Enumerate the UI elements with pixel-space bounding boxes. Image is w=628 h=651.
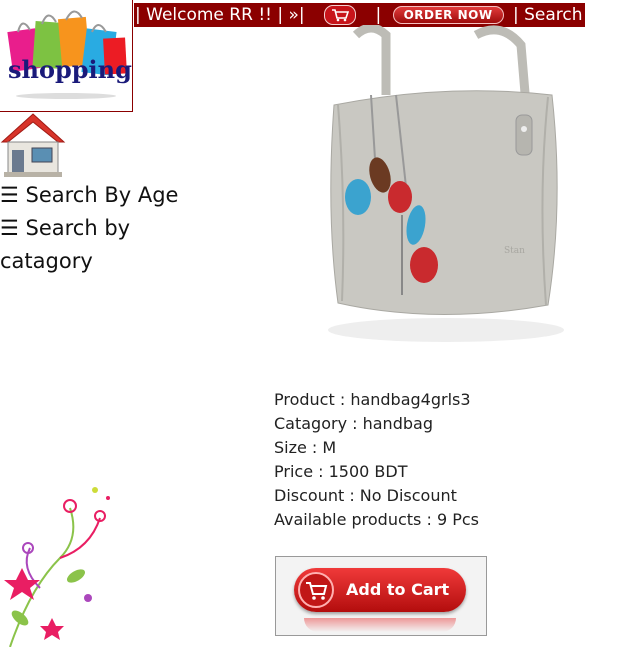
- product-price: Price : 1500 BDT: [274, 462, 408, 481]
- product-size: Size : M: [274, 438, 337, 457]
- search-by-category-link[interactable]: ☰ Search by catagory: [0, 212, 150, 278]
- shopping-logo[interactable]: shopping: [0, 0, 133, 112]
- cart-icon[interactable]: [324, 5, 357, 25]
- nav-separator: |: [375, 5, 382, 25]
- product-name: Product : handbag4grls3: [274, 390, 471, 409]
- product-category: Catagory : handbag: [274, 414, 433, 433]
- search-by-age-link[interactable]: ☰ Search By Age: [0, 179, 200, 212]
- product-image: Stan: [316, 23, 566, 347]
- search-link[interactable]: | Search |: [513, 3, 585, 27]
- svg-text:Stan: Stan: [504, 246, 525, 256]
- add-to-cart-label: Add to Cart: [346, 580, 450, 599]
- product-discount: Discount : No Discount: [274, 486, 457, 505]
- order-now-button[interactable]: ORDER NOW: [392, 6, 504, 24]
- logo-lettering: shopping: [8, 55, 132, 84]
- welcome-text[interactable]: | Welcome RR !! | »|: [135, 3, 305, 27]
- floral-decoration: [0, 468, 125, 651]
- home-icon[interactable]: [0, 112, 66, 182]
- product-details: Product : handbag4grls3 Catagory : handb…: [274, 388, 479, 532]
- top-nav-bar: | Welcome RR !! | »| | ORDER NOW | Searc…: [134, 3, 585, 27]
- add-to-cart-container: Add to Cart: [275, 556, 487, 636]
- cart-icon: [298, 572, 334, 608]
- add-to-cart-button[interactable]: Add to Cart: [294, 568, 466, 632]
- product-availability: Available products : 9 Pcs: [274, 510, 479, 529]
- shopping-bags-logo-icon: shopping: [7, 10, 132, 99]
